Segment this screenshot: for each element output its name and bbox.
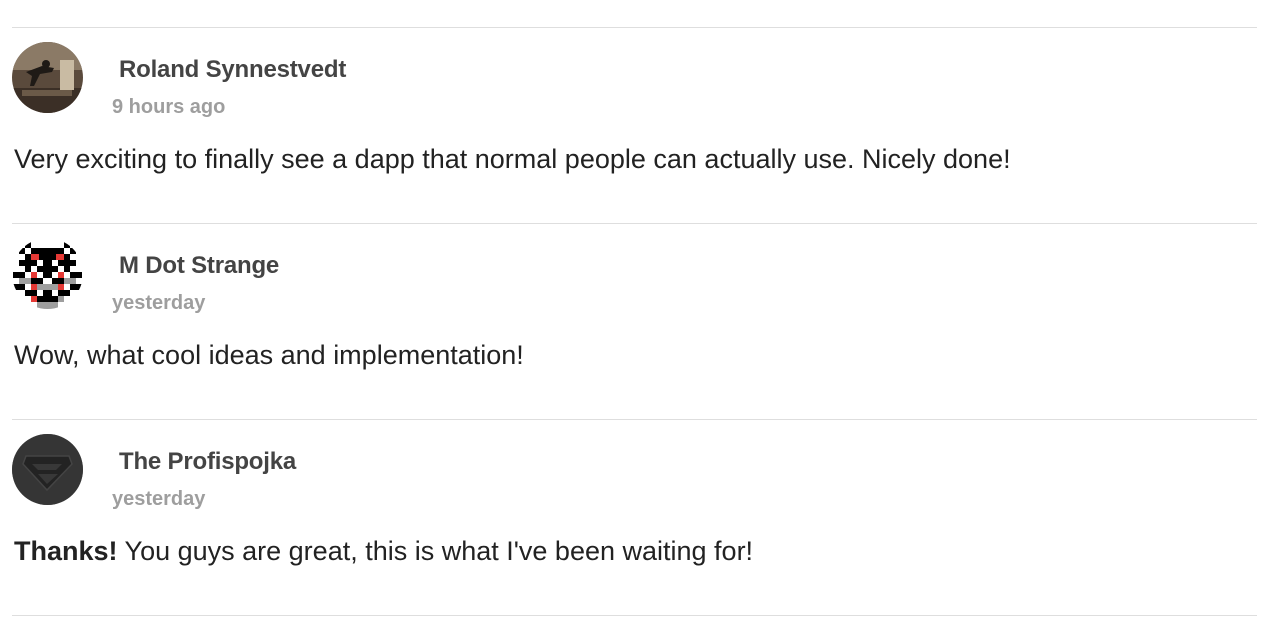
author-name[interactable]: The Profispojka bbox=[119, 448, 296, 476]
comment-timestamp[interactable]: 9 hours ago bbox=[112, 96, 225, 119]
comment-item: The Profispojka yesterday Thanks! You gu… bbox=[12, 420, 1257, 616]
avatar[interactable] bbox=[12, 42, 83, 113]
comment-list: Roland Synnestvedt 9 hours ago Very exci… bbox=[12, 27, 1257, 616]
comment-body-text: Very exciting to finally see a dapp that… bbox=[14, 144, 1011, 174]
avatar-photo-icon bbox=[12, 42, 83, 113]
comment-item: M Dot Strange yesterday Wow, what cool i… bbox=[12, 224, 1257, 420]
comment-timestamp[interactable]: yesterday bbox=[112, 292, 205, 315]
avatar[interactable] bbox=[12, 434, 83, 505]
avatar-pixel-icon bbox=[12, 238, 83, 309]
comment-timestamp[interactable]: yesterday bbox=[112, 488, 205, 511]
avatar-logo-icon bbox=[12, 434, 83, 505]
comment-body: Thanks! You guys are great, this is what… bbox=[14, 536, 753, 567]
comment-body-bold: Thanks! bbox=[14, 536, 118, 566]
comment-item: Roland Synnestvedt 9 hours ago Very exci… bbox=[12, 28, 1257, 224]
author-name[interactable]: Roland Synnestvedt bbox=[119, 56, 346, 84]
avatar[interactable] bbox=[12, 238, 83, 309]
comment-body: Very exciting to finally see a dapp that… bbox=[14, 144, 1011, 175]
author-name[interactable]: M Dot Strange bbox=[119, 252, 279, 280]
comment-body-text: Wow, what cool ideas and implementation! bbox=[14, 340, 524, 370]
comment-body: Wow, what cool ideas and implementation! bbox=[14, 340, 524, 371]
comment-body-text: You guys are great, this is what I've be… bbox=[117, 536, 754, 566]
